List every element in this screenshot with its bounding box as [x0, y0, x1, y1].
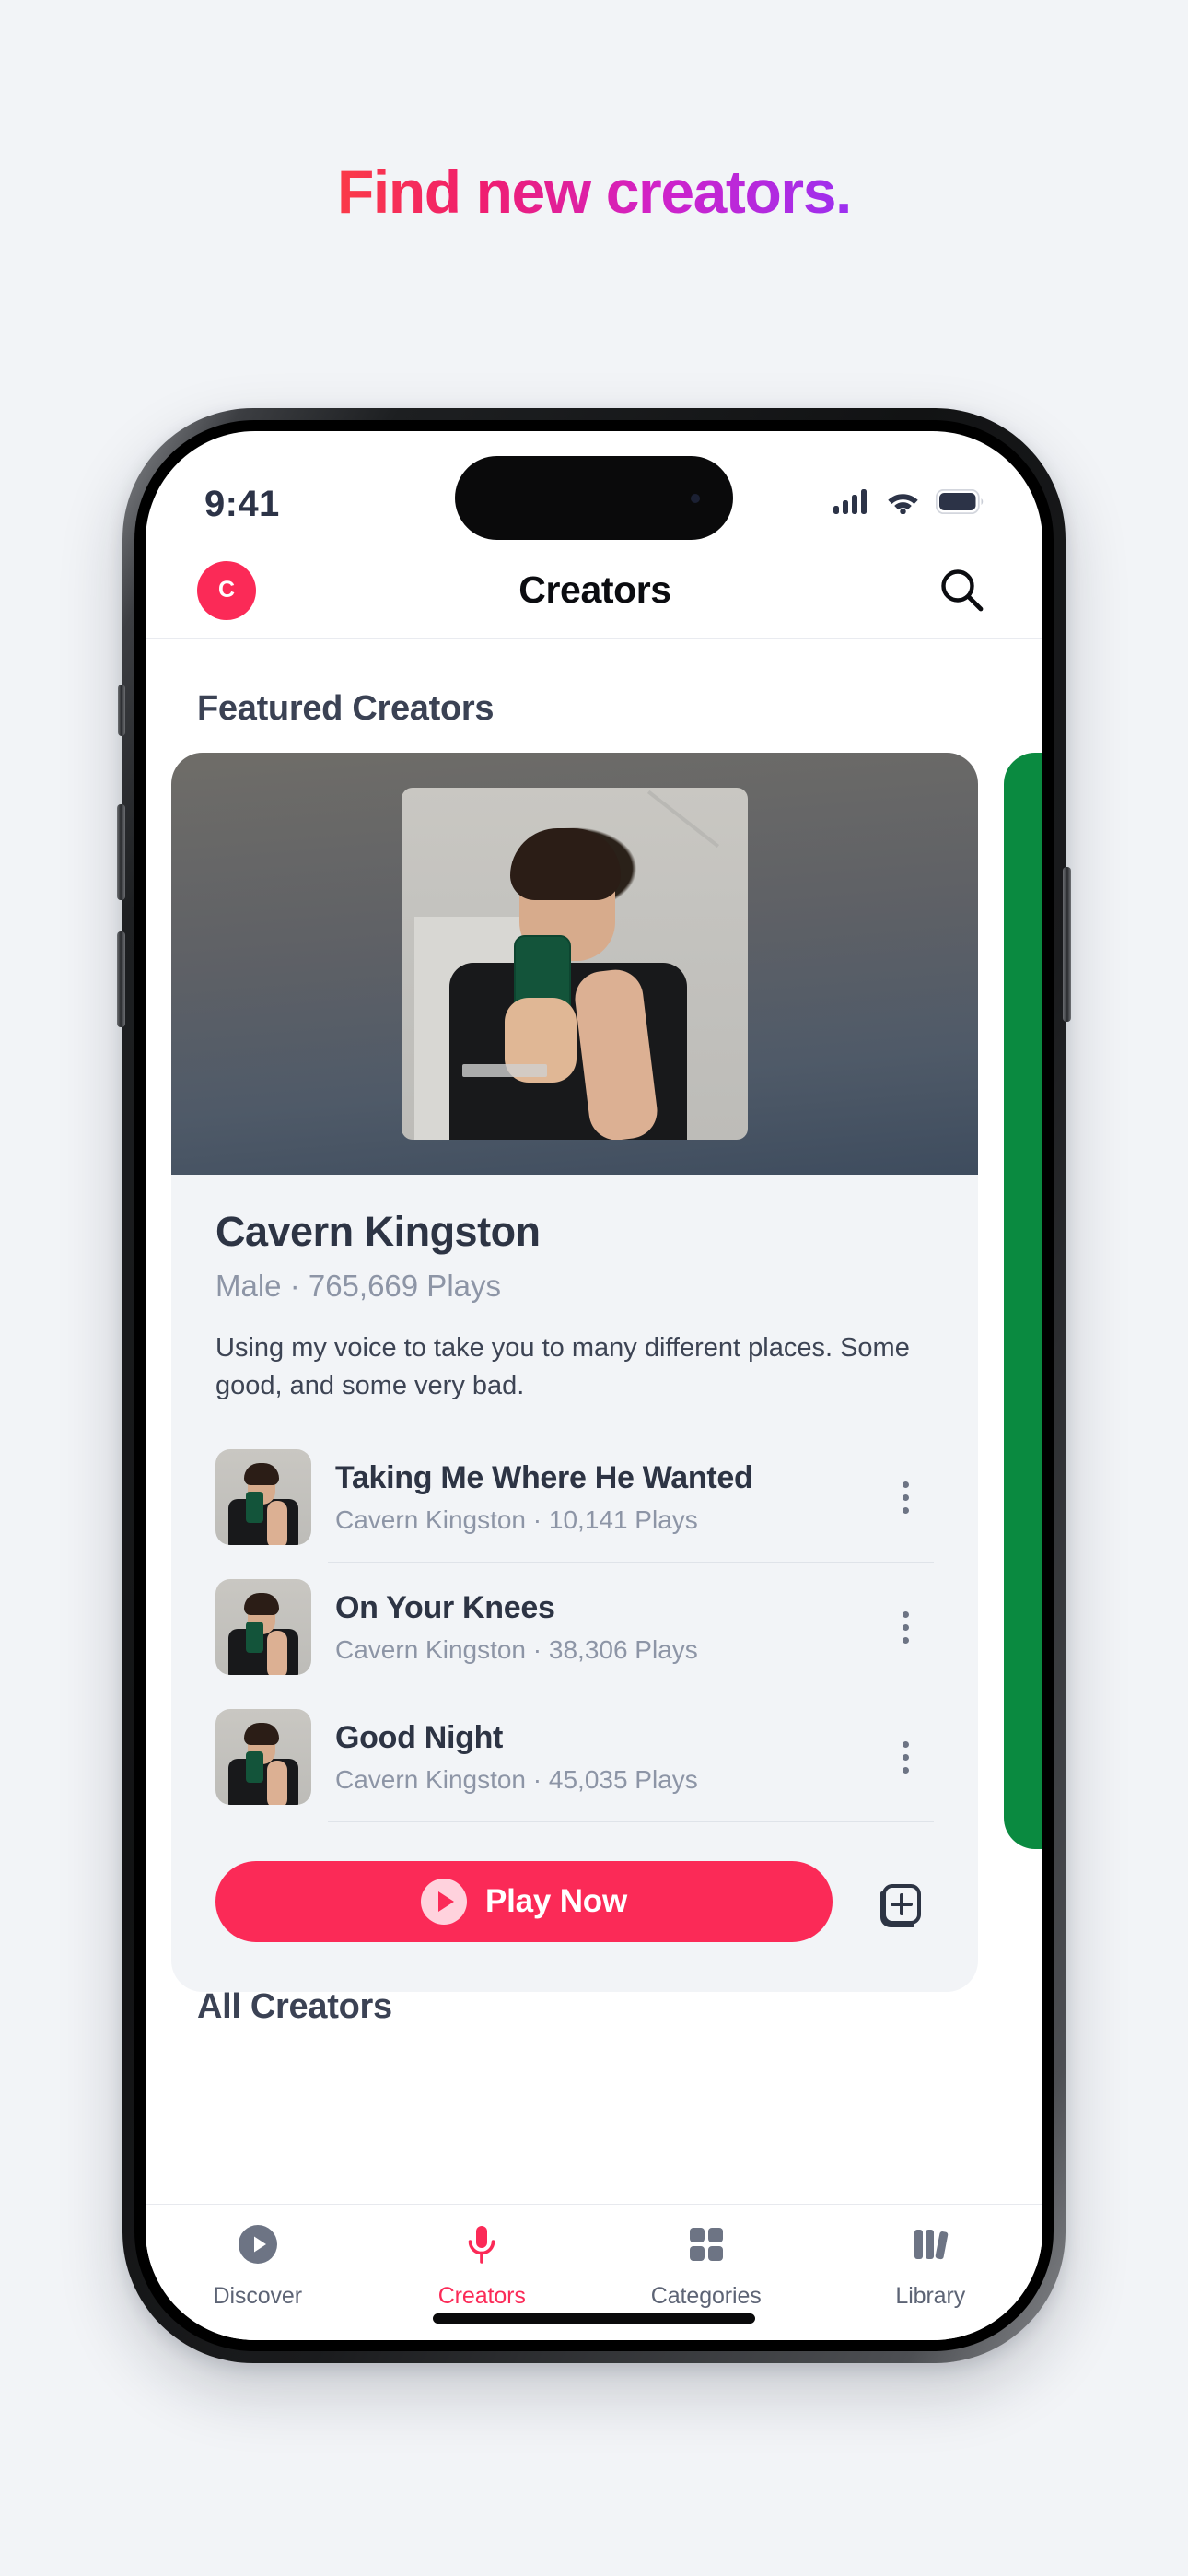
cellular-signal-icon: [833, 489, 870, 519]
track-title: Good Night: [335, 1719, 504, 1755]
creator-bio: Using my voice to take you to many diffe…: [215, 1333, 910, 1401]
play-now-label: Play Now: [484, 1883, 627, 1920]
kebab-menu-icon[interactable]: [882, 1481, 934, 1514]
tab-label: Library: [895, 2283, 966, 2309]
play-circle-icon: [420, 1879, 467, 1926]
photo-rod-shape: [646, 790, 720, 849]
nav-title: Creators: [518, 568, 671, 611]
tab-label: Creators: [437, 2283, 526, 2309]
creator-hero-image: [171, 753, 978, 1175]
creator-card[interactable]: Cavern Kingston Male · 765,669 Plays Usi…: [171, 753, 978, 1993]
phone-bezel: 9:41 C Creators Featured Creators Cavern…: [134, 420, 1054, 2351]
track-subtitle: Cavern Kingston · 45,035 Plays: [335, 1764, 698, 1794]
play-now-button[interactable]: Play Now: [215, 1861, 833, 1943]
microphone-icon: [460, 2223, 503, 2270]
card-actions: Play Now: [215, 1822, 934, 1992]
phone-screen: 9:41 C Creators Featured Creators Cavern…: [146, 431, 1042, 2340]
play-circle-icon: [237, 2223, 279, 2270]
power-button[interactable]: [1063, 867, 1071, 1022]
search-icon[interactable]: [934, 562, 991, 619]
track-thumbnail: [215, 1579, 311, 1676]
photo-person-hair: [510, 828, 621, 900]
front-camera-icon: [691, 493, 700, 503]
status-time: 9:41: [204, 483, 280, 524]
tab-categories[interactable]: Categories: [594, 2223, 819, 2310]
list-item[interactable]: On Your Knees Cavern Kingston · 38,306 P…: [215, 1563, 934, 1692]
featured-creators-carousel[interactable]: Cavern Kingston Male · 765,669 Plays Usi…: [146, 753, 1042, 1993]
app-navigation-bar: C Creators: [146, 542, 1042, 639]
creator-meta: Male · 765,669 Plays: [215, 1269, 502, 1303]
page-title: Find new creators.: [337, 158, 852, 226]
track-title: On Your Knees: [335, 1589, 555, 1625]
track-thumbnail: [215, 1709, 311, 1806]
main-content[interactable]: Featured Creators Cavern Kingston Male ·…: [146, 639, 1042, 2204]
grid-squares-icon: [685, 2223, 728, 2270]
battery-icon: [935, 488, 984, 519]
home-indicator[interactable]: [433, 2313, 755, 2324]
creator-card-body: Cavern Kingston Male · 765,669 Plays Usi…: [171, 1175, 978, 1992]
track-text: On Your Knees Cavern Kingston · 38,306 P…: [335, 1590, 858, 1665]
track-thumbnail: [215, 1449, 311, 1546]
tab-label: Categories: [650, 2283, 762, 2309]
track-title: Taking Me Where He Wanted: [335, 1459, 753, 1495]
add-to-playlist-icon[interactable]: [862, 1866, 934, 1938]
track-text: Good Night Cavern Kingston · 45,035 Play…: [335, 1720, 858, 1795]
wifi-icon: [886, 489, 920, 519]
creator-photo: [402, 788, 748, 1140]
books-icon: [909, 2223, 951, 2270]
tab-creators[interactable]: Creators: [370, 2223, 595, 2310]
avatar-initial: C: [217, 577, 236, 603]
volume-up-button[interactable]: [117, 804, 125, 900]
creator-name: Cavern Kingston: [215, 1208, 541, 1255]
creator-card-next[interactable]: [1004, 753, 1042, 1849]
track-subtitle: Cavern Kingston · 38,306 Plays: [335, 1634, 698, 1664]
track-list[interactable]: Taking Me Where He Wanted Cavern Kingsto…: [215, 1433, 934, 1823]
list-item[interactable]: Taking Me Where He Wanted Cavern Kingsto…: [215, 1433, 934, 1562]
track-text: Taking Me Where He Wanted Cavern Kingsto…: [335, 1460, 858, 1535]
phone-device-frame: 9:41 C Creators Featured Creators Cavern…: [117, 408, 1071, 2363]
track-subtitle: Cavern Kingston · 10,141 Plays: [335, 1505, 698, 1534]
marketing-headline-area: Find new creators.: [0, 0, 1188, 405]
tab-library[interactable]: Library: [819, 2223, 1043, 2310]
tab-discover[interactable]: Discover: [146, 2223, 370, 2310]
kebab-menu-icon[interactable]: [882, 1610, 934, 1644]
status-icons: [833, 488, 984, 519]
list-item[interactable]: Good Night Cavern Kingston · 45,035 Play…: [215, 1692, 934, 1821]
dynamic-island: [455, 456, 733, 540]
kebab-menu-icon[interactable]: [882, 1740, 934, 1774]
section-title-featured: Featured Creators: [197, 689, 495, 728]
silent-switch[interactable]: [118, 685, 125, 736]
avatar[interactable]: C: [197, 560, 256, 620]
volume-down-button[interactable]: [117, 931, 125, 1027]
tab-label: Discover: [213, 2283, 303, 2309]
photo-shirt-graphic: [462, 1064, 547, 1077]
